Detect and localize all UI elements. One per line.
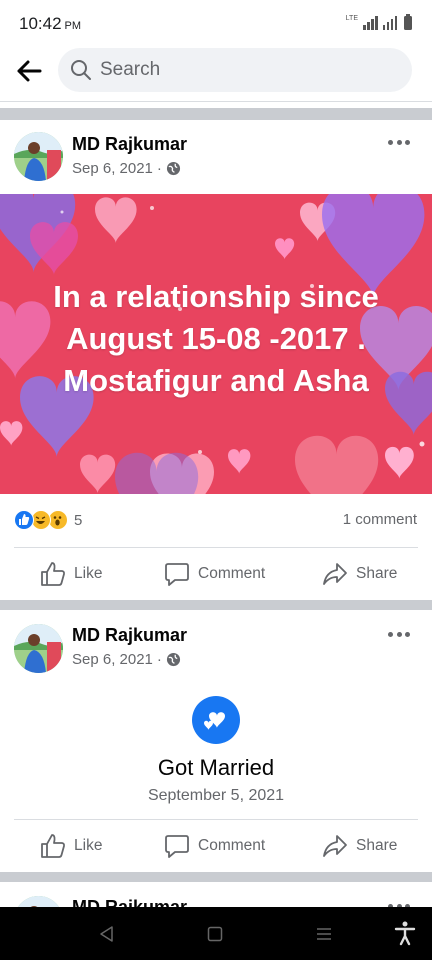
signal-icon-2 xyxy=(382,16,397,30)
post-date[interactable]: Sep 6, 2021 xyxy=(72,651,153,668)
avatar[interactable] xyxy=(14,132,63,181)
life-event-date: September 5, 2021 xyxy=(147,787,285,804)
comment-button[interactable]: Comment xyxy=(164,549,265,599)
banner-line: In a relationship since xyxy=(53,279,379,314)
like-icon xyxy=(41,562,65,586)
like-icon xyxy=(41,834,65,858)
search-icon xyxy=(71,60,91,80)
home-nav-icon[interactable] xyxy=(207,926,223,942)
divider xyxy=(14,819,418,820)
like-reaction-icon xyxy=(14,510,34,530)
accessibility-icon[interactable] xyxy=(394,920,416,946)
back-arrow-icon[interactable] xyxy=(14,56,44,86)
comment-icon xyxy=(165,563,189,586)
back-nav-icon[interactable] xyxy=(98,925,114,943)
share-label: Share xyxy=(356,565,398,582)
wow-reaction-icon xyxy=(48,510,68,530)
search-bar[interactable] xyxy=(58,48,412,92)
post-author[interactable]: MD Rajkumar xyxy=(72,625,187,646)
globe-icon xyxy=(166,161,180,176)
like-button[interactable]: Like xyxy=(40,549,102,599)
share-button[interactable]: Share xyxy=(322,549,397,599)
comment-button[interactable]: Comment xyxy=(164,821,265,871)
post-actions: Like Comment Share xyxy=(0,549,432,599)
status-time: 10:42 PM xyxy=(19,14,82,33)
meta-separator: · xyxy=(156,651,162,668)
share-icon xyxy=(323,563,347,585)
avatar[interactable] xyxy=(14,624,63,673)
share-icon xyxy=(323,835,347,857)
like-button[interactable]: Like xyxy=(40,821,102,871)
banner-text: In a relationship since August 15-08 -20… xyxy=(0,276,432,402)
post-card: MD Rajkumar xyxy=(0,882,432,907)
post-banner-image[interactable]: In a relationship since August 15-08 -20… xyxy=(0,194,432,494)
battery-icon xyxy=(404,14,412,30)
banner-line: Mostafigur and Asha xyxy=(63,363,369,398)
network-type: LTE xyxy=(345,15,358,22)
feed-separator xyxy=(0,108,432,120)
divider xyxy=(14,547,418,548)
comment-label: Comment xyxy=(198,837,266,854)
post-actions: Like Comment Share xyxy=(0,821,432,871)
post-author[interactable]: MD Rajkumar xyxy=(72,134,187,155)
banner-line: August 15-08 -2017 . xyxy=(66,321,366,356)
comment-count[interactable]: 1 comment xyxy=(343,511,417,528)
reaction-count: 5 xyxy=(74,511,83,529)
feed-separator xyxy=(0,872,432,882)
post-date[interactable]: Sep 6, 2021 xyxy=(72,160,153,177)
share-button[interactable]: Share xyxy=(322,821,397,871)
haha-reaction-icon xyxy=(31,510,51,530)
avatar[interactable] xyxy=(14,896,63,907)
signal-icon xyxy=(363,16,378,30)
search-input[interactable] xyxy=(100,48,400,92)
life-event-title: Got Married xyxy=(157,755,275,780)
reactions-summary[interactable]: 5 xyxy=(14,510,82,530)
more-icon[interactable] xyxy=(388,630,410,638)
like-label: Like xyxy=(74,837,103,854)
love-icon xyxy=(192,696,240,744)
post-meta: Sep 6, 2021 · xyxy=(72,651,181,668)
feed-separator xyxy=(0,600,432,610)
post-meta: Sep 6, 2021 · xyxy=(72,160,181,177)
meta-separator: · xyxy=(156,160,162,177)
more-icon[interactable] xyxy=(388,138,410,146)
system-navigation-bar xyxy=(0,907,432,960)
globe-icon xyxy=(166,652,180,667)
post-author[interactable]: MD Rajkumar xyxy=(72,897,187,907)
comment-label: Comment xyxy=(198,565,266,582)
like-label: Like xyxy=(74,565,103,582)
comment-icon xyxy=(165,835,189,858)
share-label: Share xyxy=(356,837,398,854)
status-icons: LTE xyxy=(345,14,412,30)
recents-nav-icon[interactable] xyxy=(315,926,333,942)
status-bar: 10:42 PM LTE xyxy=(0,0,432,46)
search-header xyxy=(0,46,432,102)
